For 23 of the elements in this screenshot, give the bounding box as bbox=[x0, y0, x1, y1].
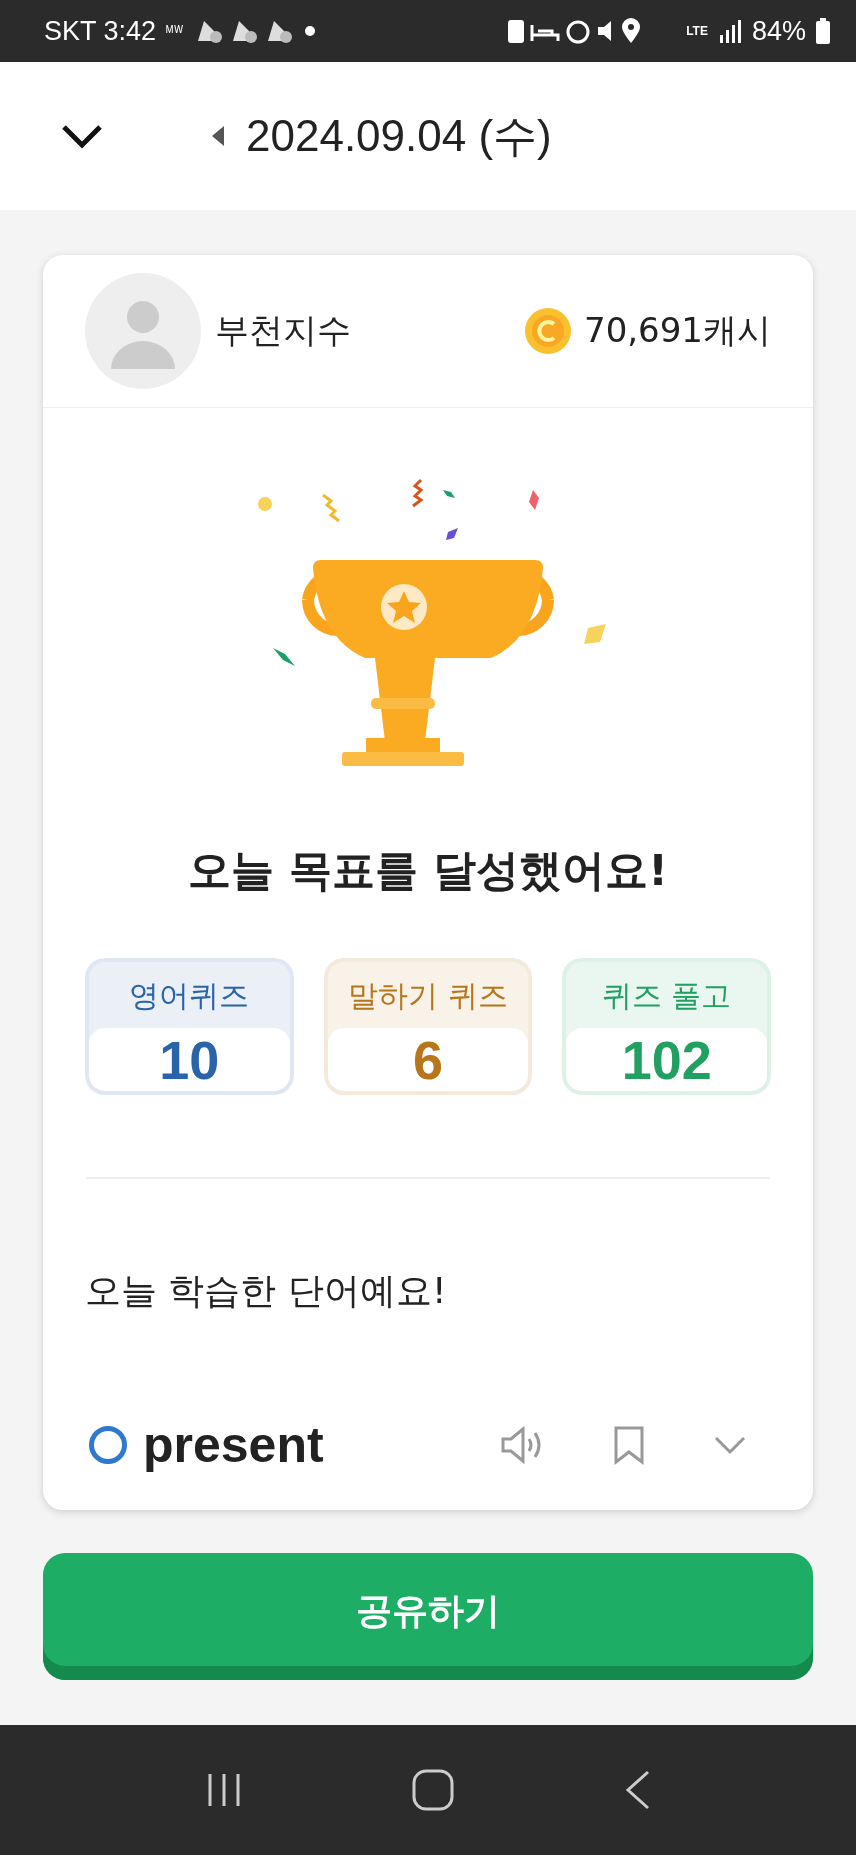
share-button[interactable]: 공유하기 bbox=[43, 1553, 813, 1680]
avatar-icon bbox=[85, 273, 201, 389]
goal-title: 오늘 목표를 달성했어요! bbox=[187, 844, 669, 897]
user-name: 부천지수 bbox=[215, 309, 351, 352]
stat-value: 6 bbox=[327, 1028, 529, 1091]
battery-icon bbox=[816, 18, 830, 44]
status-time: SKT 3:42 bbox=[44, 15, 157, 47]
previous-day-icon[interactable] bbox=[212, 126, 226, 146]
stat-label: 영어퀴즈 bbox=[129, 977, 250, 1015]
words-heading: 오늘 학습한 단어예요! bbox=[84, 1269, 448, 1313]
cash-amount: 70,691캐시 bbox=[584, 309, 771, 352]
stat-label: 말하기 퀴즈 bbox=[348, 977, 508, 1015]
signal-icon bbox=[717, 19, 742, 43]
status-tag: ᴹᵂ bbox=[166, 23, 184, 39]
word-text: present bbox=[143, 1416, 325, 1474]
stat-value: 10 bbox=[89, 1028, 290, 1091]
stat-value: 102 bbox=[566, 1028, 767, 1091]
date-title: 2024.09.04 (수) bbox=[246, 109, 552, 162]
stat-label: 퀴즈 풀고 bbox=[601, 977, 732, 1015]
coin-icon bbox=[524, 307, 573, 355]
dot-icon bbox=[303, 25, 316, 37]
network-type: LTE bbox=[686, 25, 708, 37]
battery-percent: 84% bbox=[751, 15, 806, 47]
